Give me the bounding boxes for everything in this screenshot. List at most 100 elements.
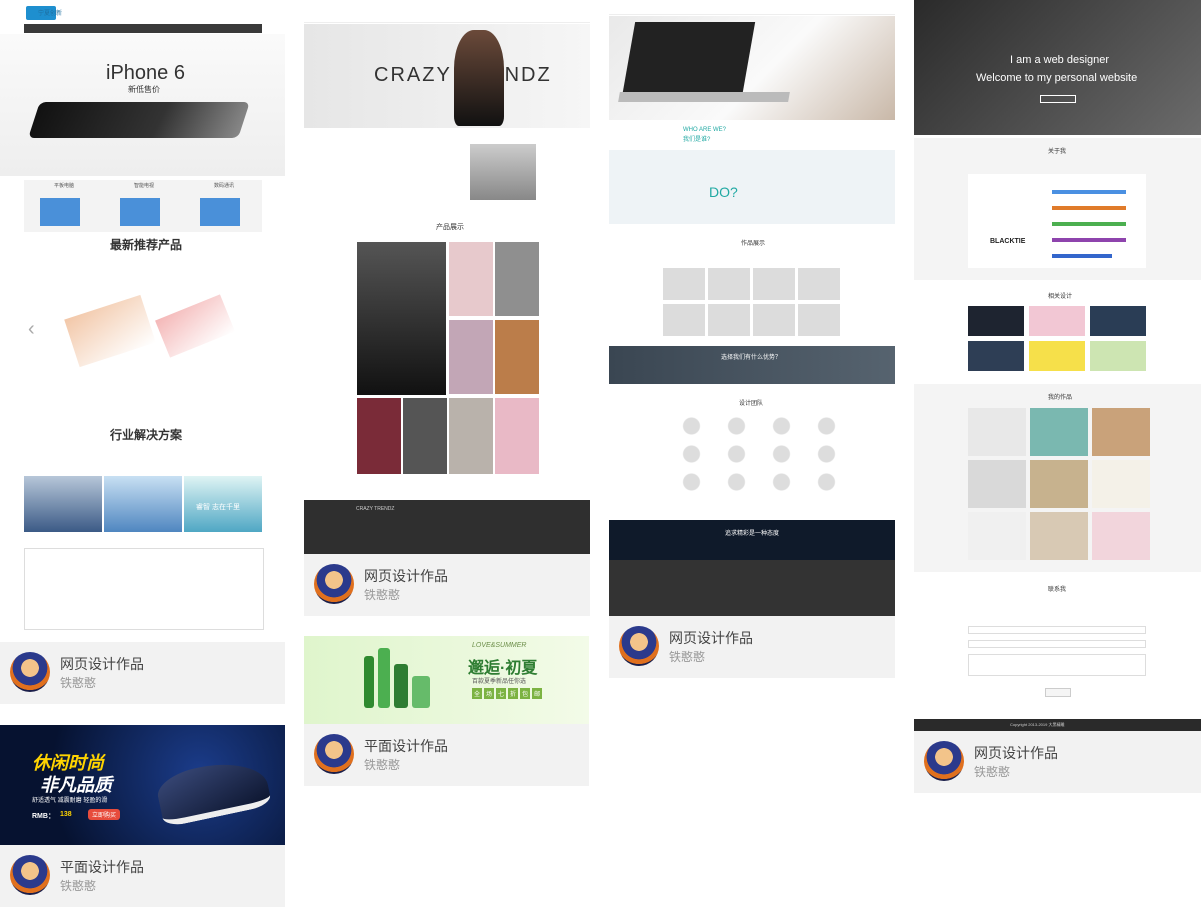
work-card[interactable]: 宁夏创新 iPhone 6 新低售价 平板电脑 智能电视 数码通讯 最新推荐产品… bbox=[0, 0, 285, 704]
model-image bbox=[454, 30, 504, 126]
card-meta: 网页设计作品 铁憨憨 bbox=[609, 616, 895, 678]
section-title: 作品展示 bbox=[741, 241, 766, 247]
slogan-text: 追求精彩是一种态度 bbox=[725, 531, 780, 537]
cosmetic-bottle-image bbox=[412, 676, 430, 708]
featured-product-image bbox=[470, 144, 536, 200]
buy-button[interactable]: 立即购买 bbox=[88, 809, 121, 820]
gallery-image bbox=[495, 320, 539, 394]
work-card[interactable]: WHO ARE WE? 我们是谁? DO? 作品展示 选择我们有什么优势？ 设计… bbox=[609, 0, 895, 678]
site-footer bbox=[609, 560, 895, 616]
tag-chip: 折 bbox=[508, 688, 519, 699]
card-title[interactable]: 平面设计作品 bbox=[364, 736, 448, 756]
work-thumbnail[interactable]: I am a web designer Welcome to my person… bbox=[914, 0, 1201, 731]
about-logo-text: BLACKTIE bbox=[990, 238, 1026, 245]
card-author[interactable]: 铁憨憨 bbox=[364, 756, 400, 773]
card-label: 平板电脑 bbox=[54, 183, 75, 189]
price-label: RMB： bbox=[32, 813, 55, 820]
product-image bbox=[64, 294, 156, 368]
work-thumbnail[interactable]: CRAZY TRENDZ 产品展示 CRAZY TRENDZ bbox=[304, 0, 590, 554]
gallery-large-image bbox=[357, 242, 446, 395]
author-avatar[interactable] bbox=[619, 626, 659, 666]
do-title: DO? bbox=[709, 184, 738, 200]
site-nav-bar bbox=[609, 0, 895, 15]
card-author[interactable]: 铁憨憨 bbox=[364, 586, 400, 603]
submit-button[interactable] bbox=[1045, 688, 1071, 697]
section-title: 设计团队 bbox=[739, 401, 764, 407]
card-title[interactable]: 网页设计作品 bbox=[60, 654, 144, 674]
card-author[interactable]: 铁憨憨 bbox=[669, 648, 705, 665]
tag-chip: 场 bbox=[484, 688, 495, 699]
gallery-image bbox=[357, 398, 401, 474]
hero-button[interactable] bbox=[1040, 95, 1076, 103]
hero-line-2: Welcome to my personal website bbox=[976, 72, 1138, 84]
contact-form bbox=[968, 626, 1146, 676]
card-meta: 平面设计作品 铁憨憨 bbox=[0, 845, 285, 907]
work-thumbnail[interactable]: LOVE&SUMMER 邂逅·初夏 百款夏季新品任你选 全 场 七 折 包 邮 bbox=[304, 636, 589, 724]
site-nav-bar bbox=[24, 24, 262, 33]
hero-section: I am a web designer Welcome to my person… bbox=[914, 0, 1201, 135]
card-meta: 网页设计作品 铁憨憨 bbox=[914, 731, 1201, 793]
author-avatar[interactable] bbox=[314, 564, 354, 604]
gallery-image bbox=[449, 320, 493, 394]
section-title: 我的作品 bbox=[1048, 395, 1073, 401]
author-avatar[interactable] bbox=[314, 734, 354, 774]
gallery-image bbox=[449, 398, 493, 474]
author-avatar[interactable] bbox=[924, 741, 964, 781]
solution-banner-text: 睿智 志在千里 bbox=[196, 504, 240, 511]
card-author[interactable]: 铁憨憨 bbox=[60, 674, 96, 691]
solution-image bbox=[104, 476, 182, 532]
work-card[interactable]: LOVE&SUMMER 邂逅·初夏 百款夏季新品任你选 全 场 七 折 包 邮 … bbox=[304, 636, 589, 787]
work-card[interactable]: CRAZY TRENDZ 产品展示 CRAZY TRENDZ 网页设计作品 铁憨… bbox=[304, 0, 590, 616]
tag-chip: 七 bbox=[496, 688, 507, 699]
banner-tags: 全 场 七 折 包 邮 bbox=[472, 688, 543, 699]
hero-subtitle: 新低售价 bbox=[128, 85, 160, 94]
card-author[interactable]: 铁憨憨 bbox=[974, 763, 1010, 780]
card-title[interactable]: 网页设计作品 bbox=[669, 628, 753, 648]
advantage-title: 选择我们有什么优势？ bbox=[721, 355, 782, 361]
banner-main-title: 邂逅·初夏 bbox=[468, 660, 538, 677]
gallery-image bbox=[403, 398, 447, 474]
tag-chip: 邮 bbox=[532, 688, 543, 699]
author-avatar[interactable] bbox=[10, 652, 50, 692]
work-thumbnail[interactable]: WHO ARE WE? 我们是谁? DO? 作品展示 选择我们有什么优势？ 设计… bbox=[609, 0, 895, 616]
card-meta: 平面设计作品 铁憨憨 bbox=[304, 724, 589, 786]
card-title[interactable]: 网页设计作品 bbox=[974, 743, 1058, 763]
card-meta: 网页设计作品 铁憨憨 bbox=[0, 642, 285, 704]
card-title[interactable]: 网页设计作品 bbox=[364, 566, 448, 586]
card-title[interactable]: 平面设计作品 bbox=[60, 857, 144, 877]
author-avatar[interactable] bbox=[10, 855, 50, 895]
footer-brand: CRAZY TRENDZ bbox=[356, 506, 395, 512]
site-footer: Copyright 2013-2019 大黑精雕 bbox=[914, 719, 1201, 731]
section-title: 最新推荐产品 bbox=[110, 238, 183, 252]
card-label: 数码通讯 bbox=[214, 183, 235, 189]
banner-headline: 非凡品质 bbox=[40, 775, 112, 795]
who-title: WHO ARE WE? bbox=[683, 127, 727, 133]
solution-image bbox=[24, 476, 102, 532]
carousel-prev-icon[interactable]: ‹ bbox=[28, 318, 35, 341]
card-meta: 网页设计作品 铁憨憨 bbox=[304, 554, 590, 616]
site-footer: CRAZY TRENDZ bbox=[304, 500, 590, 554]
cosmetic-bottle-image bbox=[378, 648, 390, 708]
about-section: 关于我 BLACKTIE bbox=[914, 138, 1201, 280]
footer-copyright: Copyright 2013-2019 大黑精雕 bbox=[1010, 722, 1065, 727]
slogan-banner: 追求精彩是一种态度 bbox=[609, 520, 895, 560]
section-title: 产品展示 bbox=[436, 224, 464, 231]
team-grid bbox=[669, 412, 849, 498]
site-nav-bar bbox=[304, 14, 590, 23]
work-card[interactable]: I am a web designer Welcome to my person… bbox=[914, 0, 1201, 793]
about-card: BLACKTIE bbox=[968, 174, 1146, 268]
hero-section: CRAZY TRENDZ bbox=[304, 24, 590, 128]
hero-line-1: I am a web designer bbox=[1010, 54, 1110, 66]
section-title: 联系我 bbox=[1048, 587, 1067, 593]
card-author[interactable]: 铁憨憨 bbox=[60, 877, 96, 894]
work-thumbnail[interactable]: 休闲时尚 非凡品质 舒适透气 减震耐磨 轻盈的滑 RMB： 138 立即购买 bbox=[0, 725, 285, 845]
cosmetic-bottle-image bbox=[364, 656, 374, 708]
work-thumbnail[interactable]: 宁夏创新 iPhone 6 新低售价 平板电脑 智能电视 数码通讯 最新推荐产品… bbox=[0, 0, 285, 642]
tag-chip: 全 bbox=[472, 688, 483, 699]
product-image bbox=[155, 294, 235, 358]
hero-title: iPhone 6 bbox=[106, 62, 185, 84]
site-footer bbox=[24, 548, 264, 630]
phone-image bbox=[28, 102, 250, 138]
work-card[interactable]: 休闲时尚 非凡品质 舒适透气 减震耐磨 轻盈的滑 RMB： 138 立即购买 平… bbox=[0, 725, 285, 908]
service-panel: DO? bbox=[609, 150, 895, 224]
